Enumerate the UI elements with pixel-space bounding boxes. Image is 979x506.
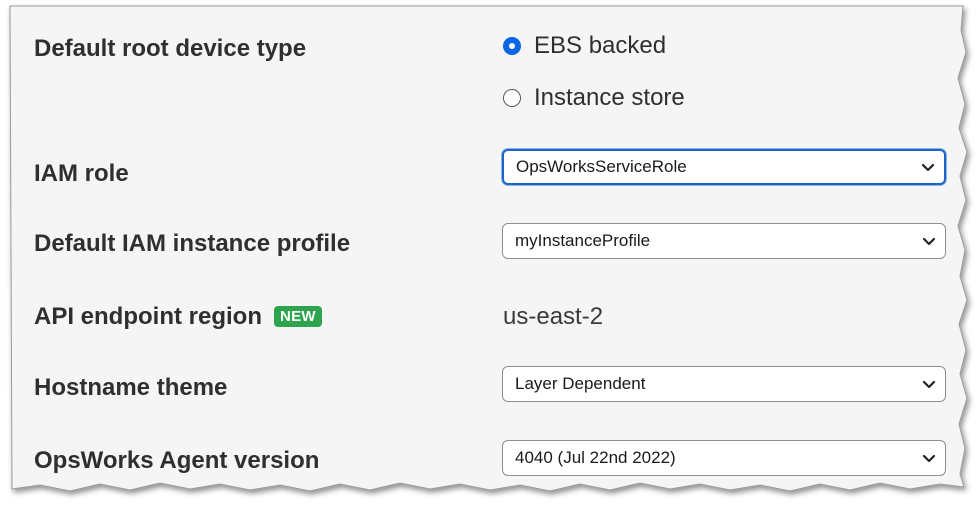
- chevron-down-icon: [921, 163, 935, 172]
- api-endpoint-region-value: us-east-2: [503, 303, 604, 330]
- instance-profile-select[interactable]: myInstanceProfile: [502, 223, 946, 259]
- radio-instance-store-label: Instance store: [534, 84, 685, 111]
- iam-role-label: IAM role: [34, 160, 129, 187]
- radio-instance-store[interactable]: Instance store: [503, 84, 685, 112]
- instance-profile-label: Default IAM instance profile: [34, 230, 351, 257]
- settings-screenshot: Default root device type EBS backed Inst…: [0, 0, 979, 506]
- chevron-down-icon: [922, 380, 936, 389]
- root-device-type-label: Default root device type: [34, 35, 307, 62]
- api-endpoint-region-label: API endpoint region NEW: [34, 303, 322, 331]
- radio-selected-icon[interactable]: [503, 37, 521, 55]
- hostname-theme-select[interactable]: Layer Dependent: [502, 366, 946, 402]
- iam-role-value: OpsWorksServiceRole: [516, 157, 687, 176]
- agent-version-label: OpsWorks Agent version: [34, 447, 320, 474]
- agent-version-select[interactable]: 4040 (Jul 22nd 2022): [502, 440, 946, 476]
- opsworks-settings-panel: Default root device type EBS backed Inst…: [0, 0, 979, 506]
- iam-role-select[interactable]: OpsWorksServiceRole: [502, 149, 946, 185]
- chevron-down-icon: [922, 454, 936, 463]
- radio-ebs-backed-label: EBS backed: [534, 32, 667, 59]
- radio-ebs-backed[interactable]: EBS backed: [503, 32, 666, 60]
- chevron-down-icon: [922, 237, 936, 246]
- radio-unselected-icon[interactable]: [503, 89, 521, 107]
- new-badge: NEW: [274, 306, 322, 327]
- api-endpoint-region-text: API endpoint region: [34, 303, 262, 330]
- hostname-theme-label: Hostname theme: [34, 374, 228, 401]
- agent-version-value: 4040 (Jul 22nd 2022): [515, 448, 676, 467]
- hostname-theme-value: Layer Dependent: [515, 374, 646, 393]
- instance-profile-value: myInstanceProfile: [515, 231, 651, 250]
